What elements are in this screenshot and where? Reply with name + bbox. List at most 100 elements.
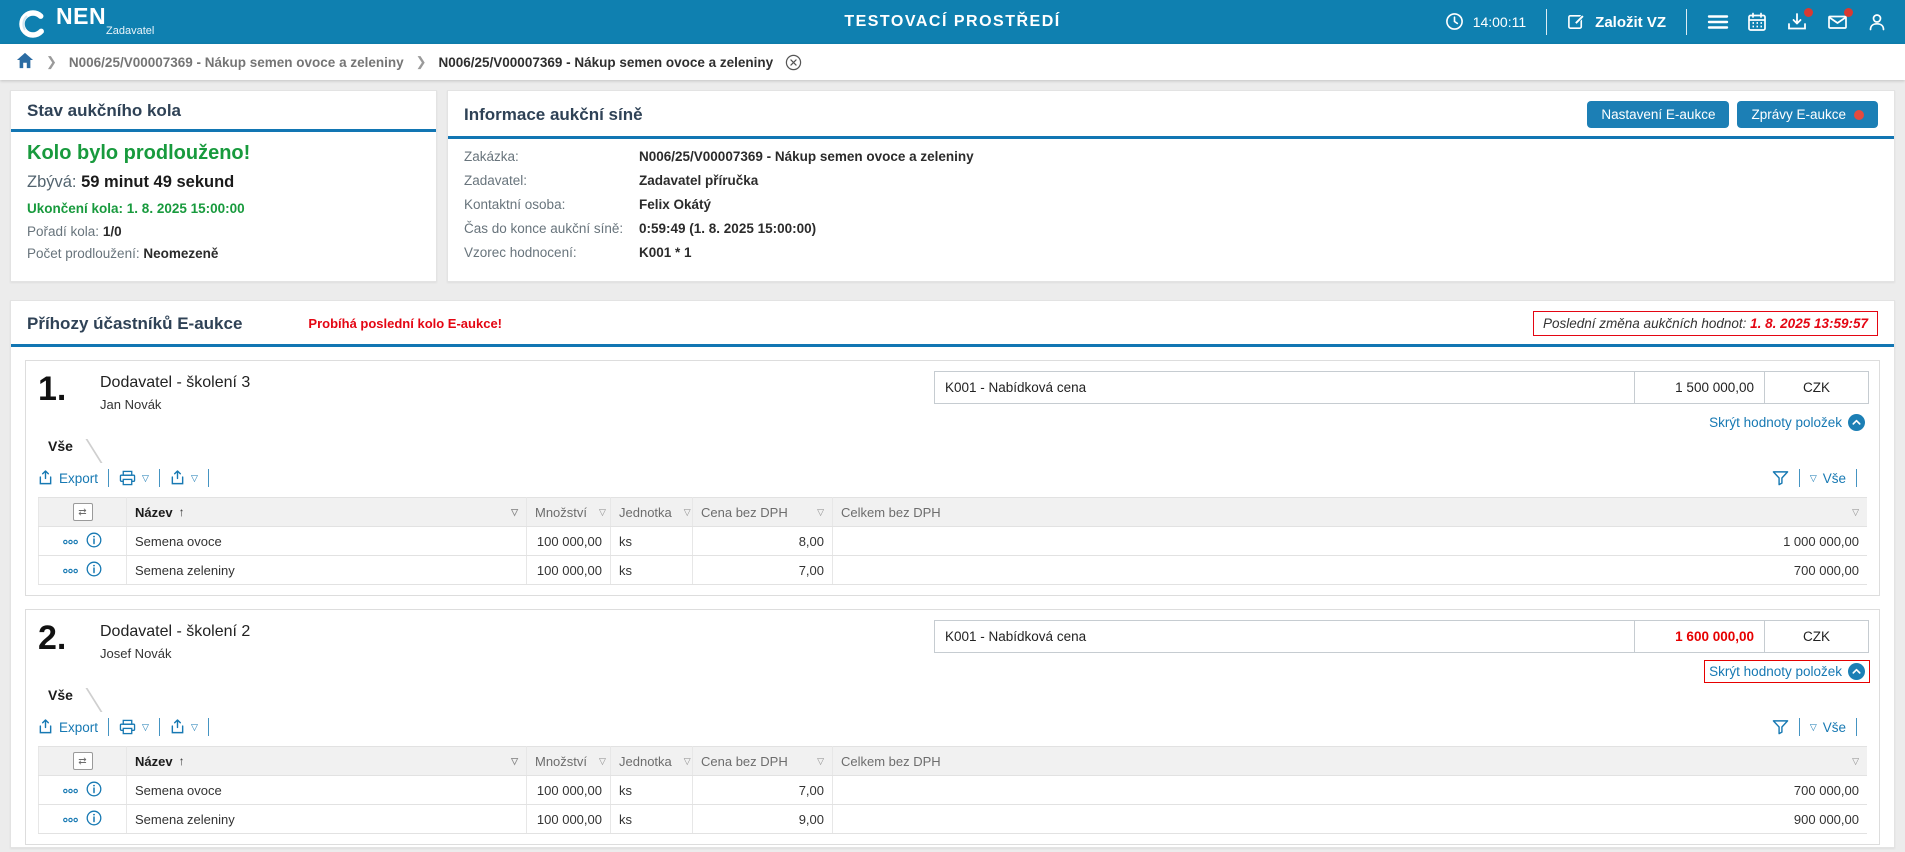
- filter-triangle-icon[interactable]: ▽: [1852, 507, 1859, 518]
- calendar-icon: [1747, 12, 1767, 32]
- filter-triangle-icon[interactable]: ▽: [817, 507, 824, 518]
- info-row: Zadavatel: Zadavatel příručka: [464, 173, 1878, 188]
- item-unit-price: 9,00: [693, 805, 833, 834]
- home-icon[interactable]: [16, 52, 34, 72]
- filter-triangle-icon[interactable]: ▽: [684, 756, 691, 767]
- info-icon[interactable]: [86, 561, 102, 580]
- column-chooser-header[interactable]: ⇄: [39, 747, 127, 776]
- header-total[interactable]: Celkem bez DPH▽: [833, 498, 1868, 527]
- header-name[interactable]: Název↑▽: [127, 747, 527, 776]
- bid-value: 1 600 000,00: [1634, 621, 1764, 652]
- header-name[interactable]: Název↑▽: [127, 498, 527, 527]
- menu-button[interactable]: [1707, 12, 1727, 32]
- top-bar: NEN Zadavatel TESTOVACÍ PROSTŘEDÍ 14:00:…: [0, 0, 1905, 44]
- breadcrumb-item[interactable]: N006/25/V00007369 - Nákup semen ovoce a …: [69, 55, 404, 70]
- items-header-row: ⇄ Název↑▽ Množství▽ Jednotka▽ Cena bez D…: [39, 498, 1868, 527]
- tab-all[interactable]: Vše: [38, 683, 79, 708]
- server-clock: 14:00:11: [1445, 12, 1526, 32]
- toolbar-separator: [108, 469, 109, 487]
- column-chooser-header[interactable]: ⇄: [39, 498, 127, 527]
- last-change-value: 1. 8. 2025 13:59:57: [1750, 316, 1868, 331]
- eauction-messages-button[interactable]: Zprávy E-aukce: [1737, 101, 1878, 128]
- export-label: Export: [59, 471, 98, 486]
- filter-triangle-icon[interactable]: ▽: [599, 756, 606, 767]
- participant-rank: 1.: [38, 371, 90, 433]
- print-button[interactable]: ▽: [119, 719, 149, 735]
- dropdown-triangle-icon: ▽: [1810, 473, 1817, 484]
- toolbar-separator: [1856, 469, 1857, 487]
- info-icon[interactable]: [86, 810, 102, 829]
- share-button[interactable]: ▽: [170, 470, 198, 486]
- messages-button[interactable]: [1827, 12, 1847, 32]
- print-button[interactable]: ▽: [119, 470, 149, 486]
- round-end-label: Ukončení kola:: [27, 201, 123, 216]
- round-order-value: 1/0: [103, 224, 122, 239]
- nen-logo[interactable]: NEN: [18, 5, 106, 39]
- participant-contact: Jan Novák: [100, 397, 250, 412]
- download-tray-icon: [1787, 12, 1807, 32]
- participant-contact: Josef Novák: [100, 646, 250, 661]
- info-value: N006/25/V00007369 - Nákup semen ovoce a …: [639, 149, 974, 164]
- header-total[interactable]: Celkem bez DPH▽: [833, 747, 1868, 776]
- filter-triangle-icon[interactable]: ▽: [817, 756, 824, 767]
- calendar-button[interactable]: [1747, 12, 1767, 32]
- filter-triangle-icon[interactable]: ▽: [1852, 756, 1859, 767]
- extensions-label: Počet prodloužení:: [27, 246, 140, 261]
- bid-currency: CZK: [1764, 621, 1868, 652]
- hide-item-values-link[interactable]: Skrýt hodnoty položek: [1705, 412, 1869, 433]
- topbar-separator: [1686, 9, 1687, 35]
- close-tab-icon[interactable]: [785, 54, 802, 71]
- toolbar-separator: [159, 718, 160, 736]
- view-all-button[interactable]: ▽ Vše: [1810, 720, 1846, 735]
- tab-all[interactable]: Vše: [38, 434, 79, 459]
- messages-button-label: Zprávy E-aukce: [1751, 107, 1846, 122]
- row-menu-icon[interactable]: [63, 563, 78, 578]
- header-quantity[interactable]: Množství▽: [527, 498, 611, 527]
- export-button[interactable]: Export: [38, 470, 98, 486]
- info-label: Čas do konce aukční síně:: [464, 221, 639, 236]
- row-menu-icon[interactable]: [63, 534, 78, 549]
- eauction-settings-button[interactable]: Nastavení E-aukce: [1587, 101, 1729, 128]
- item-row: Semena ovoce 100 000,00 ks 7,00 700 000,…: [39, 776, 1868, 805]
- item-quantity: 100 000,00: [527, 556, 611, 585]
- auction-hall-info-panel: Informace aukční síně Nastavení E-aukce …: [447, 90, 1895, 282]
- items-table: ⇄ Název↑▽ Množství▽ Jednotka▽ Cena bez D…: [38, 746, 1867, 834]
- export-button[interactable]: Export: [38, 719, 98, 735]
- share-button[interactable]: ▽: [170, 719, 198, 735]
- bid-value: 1 500 000,00: [1634, 372, 1764, 403]
- header-unit[interactable]: Jednotka▽: [611, 498, 693, 527]
- item-name: Semena ovoce: [127, 527, 527, 556]
- bid-currency: CZK: [1764, 372, 1868, 403]
- filter-button[interactable]: [1772, 470, 1789, 486]
- breadcrumb-item-current[interactable]: N006/25/V00007369 - Nákup semen ovoce a …: [439, 55, 774, 70]
- participant-card-2: 2. Dodavatel - školení 2 Josef Novák K00…: [25, 609, 1880, 845]
- hide-item-values-link[interactable]: Skrýt hodnoty položek: [1705, 661, 1869, 682]
- create-vz-button[interactable]: Založit VZ: [1567, 12, 1666, 32]
- filter-triangle-icon[interactable]: ▽: [511, 507, 518, 518]
- item-quantity: 100 000,00: [527, 776, 611, 805]
- info-icon[interactable]: [86, 781, 102, 800]
- header-unit-price[interactable]: Cena bez DPH▽: [693, 747, 833, 776]
- filter-funnel-icon: [1772, 719, 1789, 735]
- dropdown-triangle-icon: ▽: [142, 473, 149, 484]
- info-label: Kontaktní osoba:: [464, 197, 639, 212]
- toolbar-separator: [108, 718, 109, 736]
- info-icon[interactable]: [86, 532, 102, 551]
- row-menu-icon[interactable]: [63, 783, 78, 798]
- downloads-button[interactable]: [1787, 12, 1807, 32]
- row-menu-icon[interactable]: [63, 812, 78, 827]
- item-unit: ks: [611, 556, 693, 585]
- profile-button[interactable]: [1867, 12, 1887, 32]
- filter-triangle-icon[interactable]: ▽: [511, 756, 518, 767]
- filter-triangle-icon[interactable]: ▽: [599, 507, 606, 518]
- round-end-value: 1. 8. 2025 15:00:00: [127, 201, 245, 216]
- filter-triangle-icon[interactable]: ▽: [684, 507, 691, 518]
- status-panel-title: Stav aukčního kola: [27, 101, 181, 121]
- view-all-button[interactable]: ▽ Vše: [1810, 471, 1846, 486]
- header-quantity[interactable]: Množství▽: [527, 747, 611, 776]
- participant-card-1: 1. Dodavatel - školení 3 Jan Novák K001 …: [25, 360, 1880, 596]
- filter-button[interactable]: [1772, 719, 1789, 735]
- header-unit[interactable]: Jednotka▽: [611, 747, 693, 776]
- header-name-label: Název: [135, 505, 173, 520]
- header-unit-price[interactable]: Cena bez DPH▽: [693, 498, 833, 527]
